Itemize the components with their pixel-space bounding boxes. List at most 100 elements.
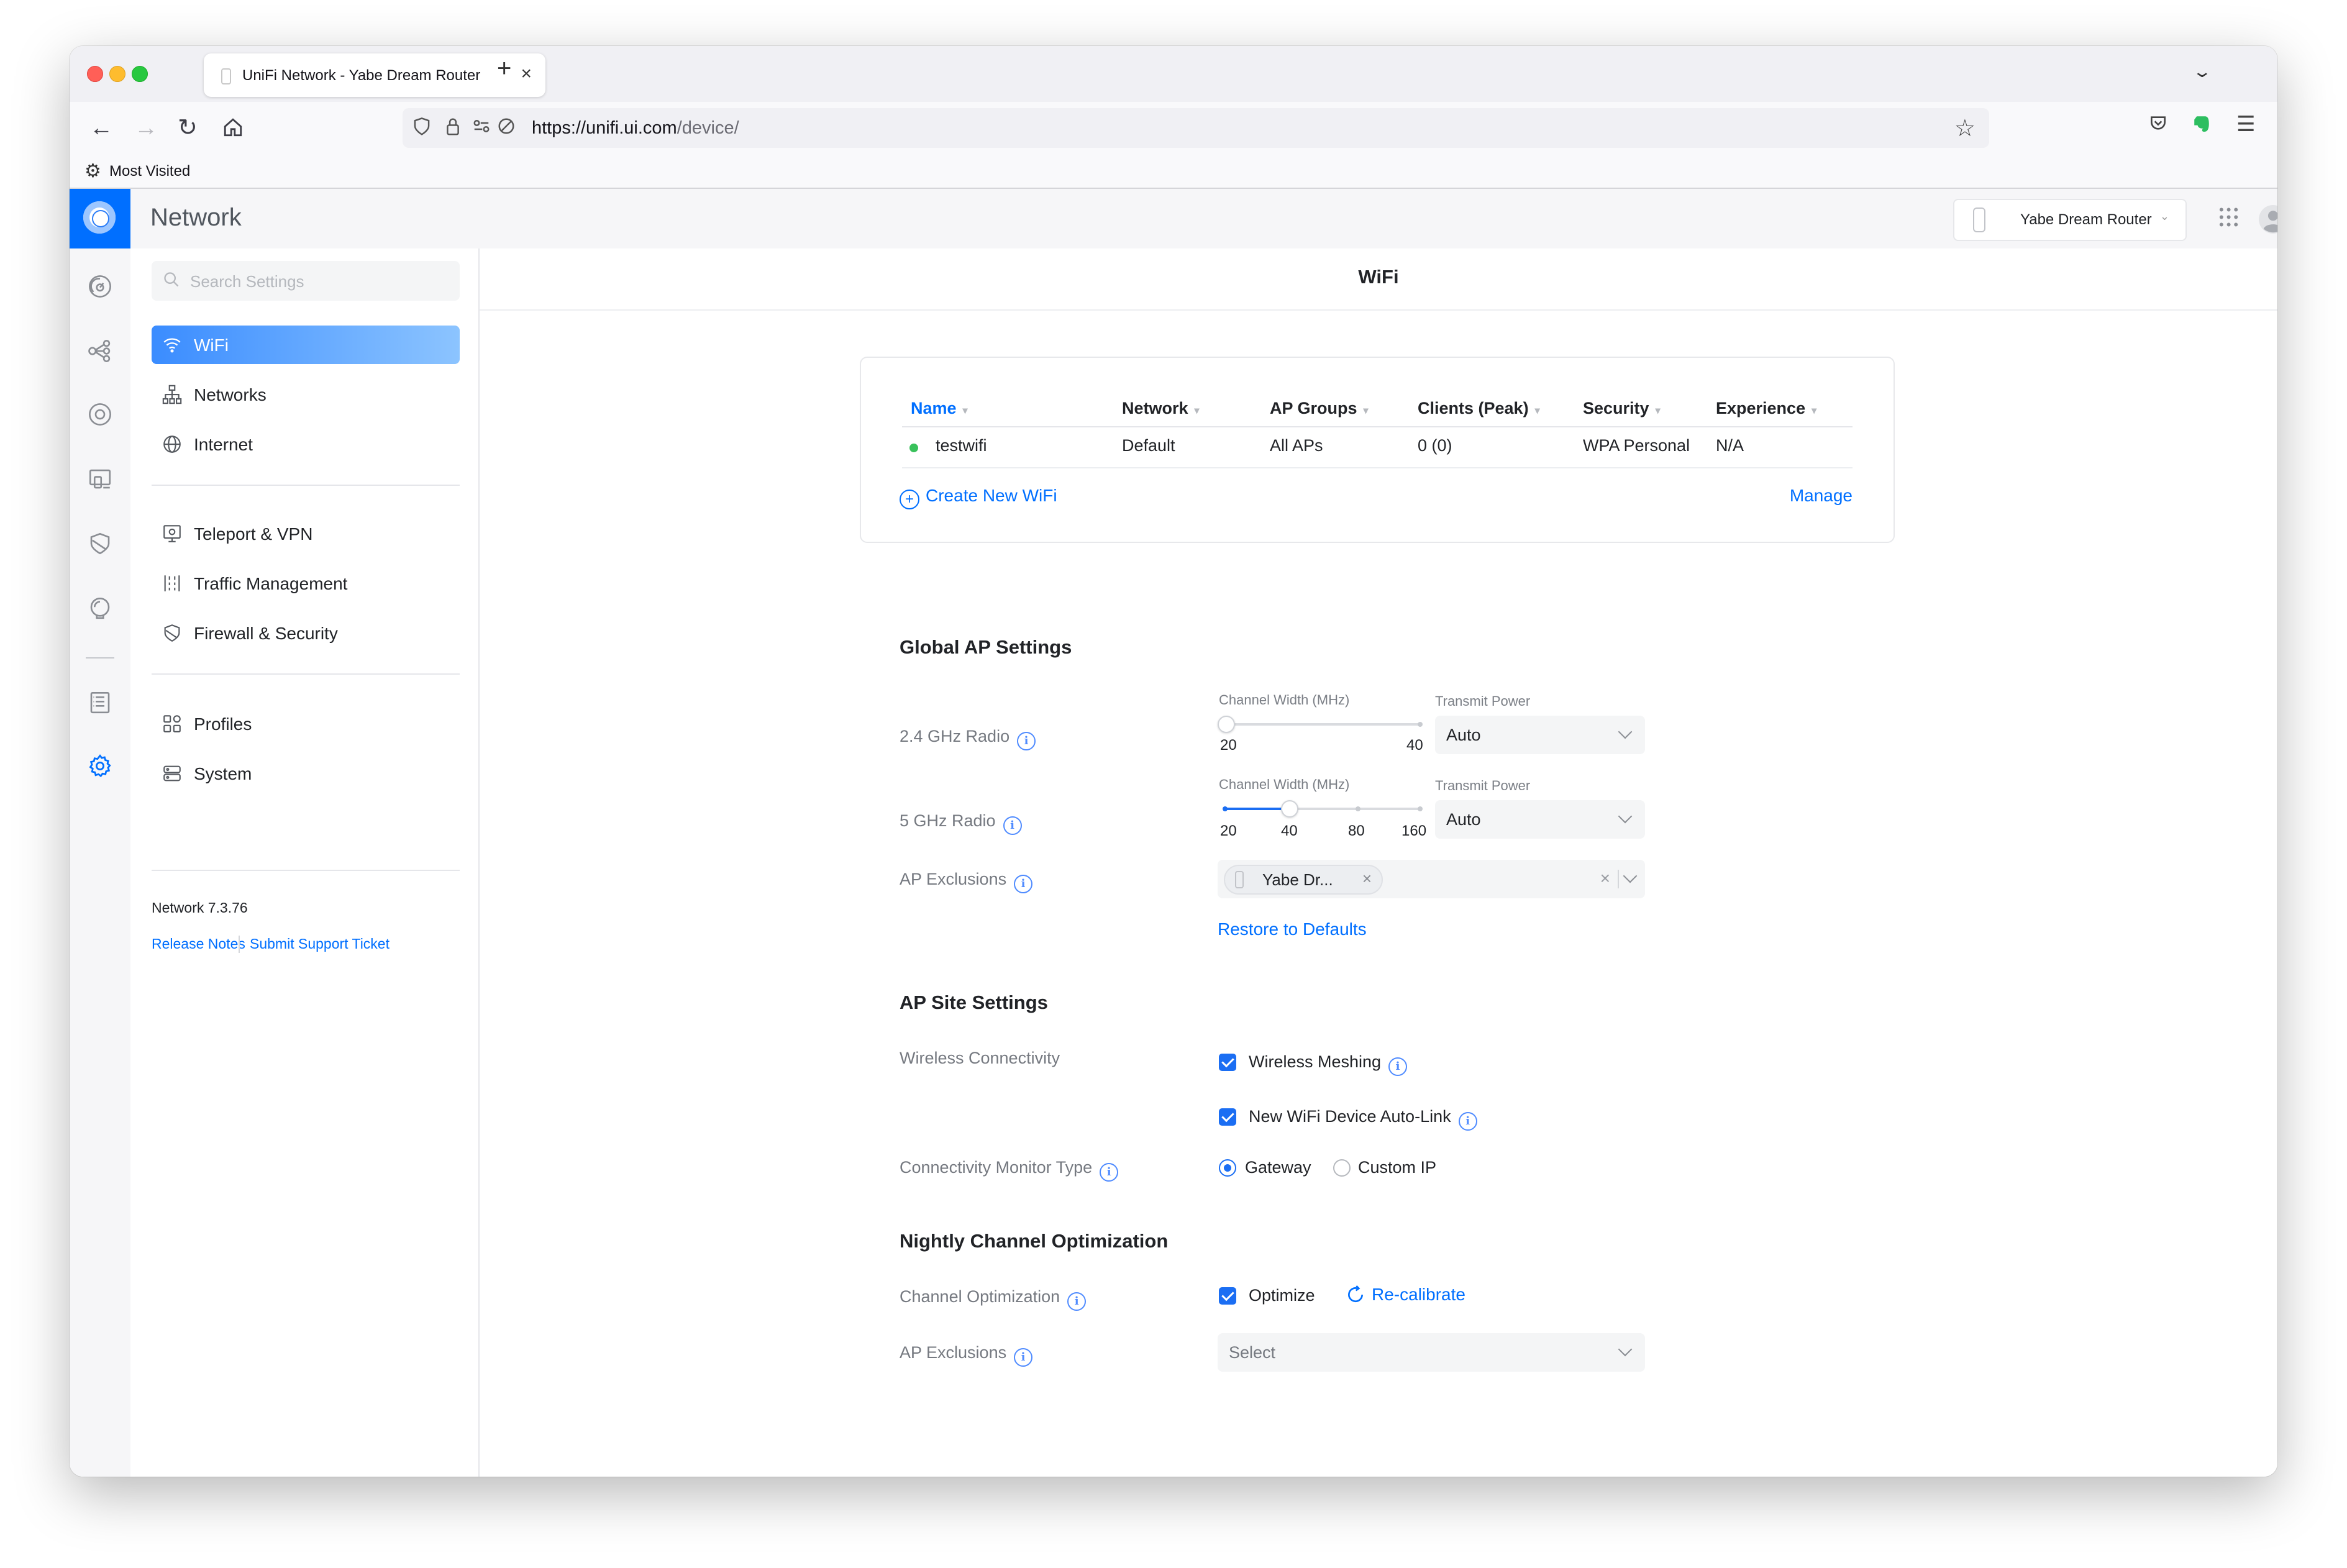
sidebar-item-networks[interactable]: Networks [152,375,460,414]
info-icon[interactable]: i [1388,1057,1408,1076]
info-icon[interactable]: i [1017,732,1036,750]
wireless-meshing-checkbox[interactable] [1219,1054,1236,1071]
tracking-shield-icon[interactable] [412,117,431,142]
device-selector-button[interactable]: Yabe Dream Router ⌄ [1953,199,2187,241]
profiles-icon [162,713,183,734]
clients-icon[interactable] [87,466,113,492]
info-icon[interactable]: i [1014,875,1033,893]
search-settings[interactable] [152,261,460,301]
globe-icon [162,434,183,455]
channel-width-slider-24[interactable] [1225,723,1421,726]
version-label: Network 7.3.76 [152,900,248,916]
column-header-network[interactable]: Network ▾ [1122,399,1200,418]
new-tab-icon[interactable]: + [497,55,511,83]
evernote-extension-icon[interactable] [2192,113,2212,140]
manage-button[interactable]: Manage [1790,486,1853,506]
wifi-name-cell[interactable]: testwifi [936,436,987,455]
sidebar-item-firewall-security[interactable]: Firewall & Security [152,614,460,652]
create-new-wifi-button[interactable]: + Create New WiFi [900,486,1057,509]
clear-selection-icon[interactable]: × [1600,868,1610,888]
optimize-checkbox[interactable] [1219,1287,1236,1305]
transmit-power-select-24[interactable]: Auto [1435,716,1645,754]
bookmark-star-icon[interactable]: ☆ [1954,114,1976,142]
sidebar-item-system[interactable]: System [152,754,460,793]
teleport-icon [162,523,183,544]
bookmark-most-visited[interactable]: Most Visited [109,163,190,180]
app-grid-icon[interactable]: ••• ••• ••• [2219,203,2241,232]
channel-width-label-24: Channel Width (MHz) [1219,692,1350,708]
info-icon[interactable]: i [1014,1348,1033,1367]
app-menu-icon[interactable]: ☰ [2236,112,2255,137]
header-divider [902,426,1853,427]
security-shield-icon[interactable] [87,531,113,557]
url-bar[interactable]: https://unifi.ui.com/device/ ☆ [403,108,1989,148]
sidebar-item-teleport-vpn[interactable]: Teleport & VPN [152,514,460,553]
recalibrate-button[interactable]: Re-calibrate [1372,1285,1465,1305]
url-text[interactable]: https://unifi.ui.com/device/ [532,118,739,139]
settings-gear-icon[interactable] [87,753,113,779]
lock-icon[interactable] [445,117,461,142]
sidebar-item-wifi[interactable]: WiFi [152,326,460,364]
refresh-icon[interactable] [1346,1285,1365,1305]
list-tabs-icon[interactable]: ⌄ [2192,62,2213,81]
devices-icon[interactable] [87,401,113,427]
column-header-security[interactable]: Security ▾ [1583,399,1661,418]
column-header-experience[interactable]: Experience ▾ [1716,399,1816,418]
column-header-clients[interactable]: Clients (Peak) ▾ [1418,399,1540,418]
column-header-ap-groups[interactable]: AP Groups ▾ [1270,399,1369,418]
row-divider [902,467,1853,468]
sidebar-item-internet[interactable]: Internet [152,425,460,463]
user-avatar-icon[interactable] [2259,205,2277,234]
nightly-ap-exclusions-label: AP Exclusions i [900,1343,1033,1367]
slider-knob[interactable] [1281,800,1298,818]
auto-link-checkbox[interactable] [1219,1108,1236,1126]
info-icon[interactable]: i [1067,1292,1087,1311]
home-icon[interactable] [222,116,244,145]
ap-exclusions-label: AP Exclusions i [900,870,1033,893]
browser-tab[interactable]: UniFi Network - Yabe Dream Router × [204,53,545,97]
release-notes-link[interactable]: Release Notes [152,936,245,952]
page-title: WiFi [1358,266,1399,288]
chevron-down-icon[interactable] [1623,868,1638,883]
system-log-icon[interactable] [87,690,113,716]
monitor-custom-ip-label: Custom IP [1358,1158,1437,1177]
search-input[interactable] [189,268,452,294]
info-icon[interactable]: i [1003,816,1022,835]
nightly-ap-exclusions-select[interactable]: Select [1218,1333,1645,1372]
restore-to-defaults-link[interactable]: Restore to Defaults [1218,919,1367,939]
sidebar-item-label: Teleport & VPN [194,524,313,544]
slider-knob[interactable] [1218,716,1235,733]
insights-icon[interactable] [87,595,113,621]
info-icon[interactable]: i [1100,1163,1119,1182]
sidebar-item-profiles[interactable]: Profiles [152,704,460,743]
reload-icon[interactable]: ↻ [178,113,198,143]
dashboard-icon[interactable] [87,273,113,299]
select-divider [1618,870,1619,888]
chip-remove-icon[interactable]: × [1362,869,1372,888]
back-arrow-icon[interactable]: ← [89,113,113,143]
slider-tick [1223,806,1228,811]
permissions-icon[interactable] [472,117,491,140]
sidebar-item-label: WiFi [194,335,229,355]
window-minimize-button[interactable] [109,66,125,82]
window-zoom-button[interactable] [132,66,148,82]
ap-exclusions-multiselect[interactable]: Yabe Dr... × × [1218,860,1645,898]
topology-icon[interactable] [87,338,113,364]
chevron-down-icon: ⌄ [2159,210,2169,222]
monitor-custom-ip-radio[interactable] [1333,1159,1351,1177]
forward-arrow-icon[interactable]: → [134,113,158,143]
sidebar-item-traffic-management[interactable]: Traffic Management [152,564,460,603]
add-circle-icon: + [900,490,919,509]
tab-close-icon[interactable]: × [521,63,532,84]
transmit-power-select-5[interactable]: Auto [1435,800,1645,839]
unifi-logo[interactable] [70,189,130,248]
column-header-name[interactable]: Name ▾ [911,399,968,418]
blocked-autoplay-icon[interactable] [497,117,516,140]
submit-support-ticket-link[interactable]: Submit Support Ticket [250,936,390,952]
auto-link-label: New WiFi Device Auto-Link i [1249,1107,1477,1131]
info-icon[interactable]: i [1458,1112,1477,1131]
window-close-button[interactable] [87,66,103,82]
tick-label: 20 [1220,737,1237,754]
pocket-icon[interactable] [2148,113,2168,139]
monitor-gateway-radio[interactable] [1219,1159,1236,1177]
